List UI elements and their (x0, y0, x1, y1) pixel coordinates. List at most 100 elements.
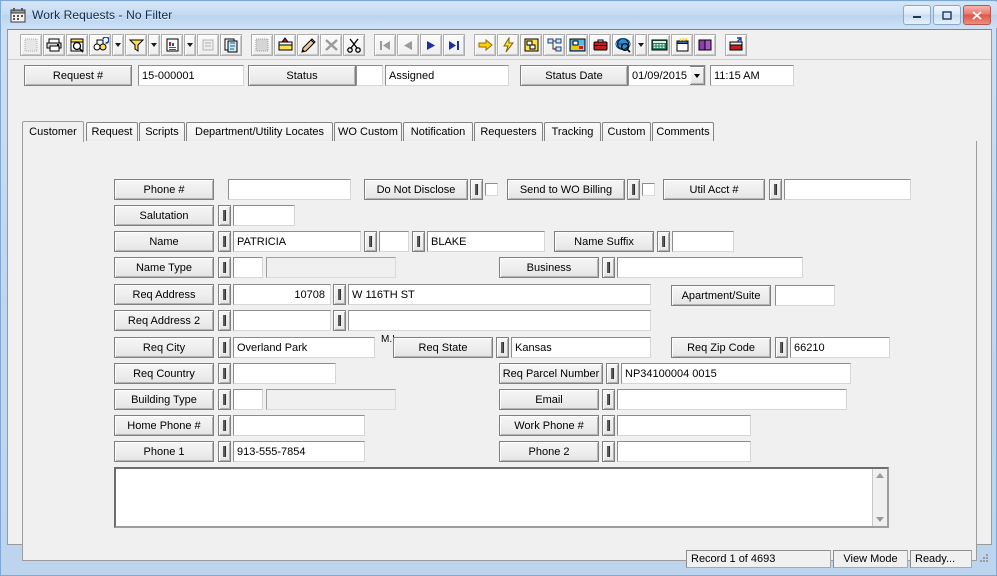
scroll-up-icon[interactable] (874, 469, 887, 482)
resize-grip-icon[interactable] (976, 552, 990, 566)
tab-customer[interactable]: Customer (22, 121, 84, 142)
name-suffix-label[interactable]: Name Suffix (554, 231, 654, 252)
minimize-button[interactable] (903, 5, 931, 25)
req-state-lookup-button[interactable] (496, 337, 509, 358)
report-icon[interactable] (161, 33, 183, 56)
notes-scrollbar[interactable] (872, 469, 887, 526)
req-country-lookup-button[interactable] (218, 363, 231, 384)
notes-textarea[interactable] (114, 467, 889, 528)
req-address-street-field[interactable]: W 116TH ST (348, 284, 651, 305)
salutation-lookup-button[interactable] (218, 205, 231, 226)
status-value-field[interactable]: Assigned (385, 65, 509, 86)
delete-icon[interactable] (320, 33, 342, 56)
req-zip-label[interactable]: Req Zip Code (671, 337, 771, 358)
email-field[interactable] (617, 389, 847, 410)
previous-record-icon[interactable] (397, 33, 419, 56)
tab-requesters[interactable]: Requesters (474, 122, 543, 141)
status-time-field[interactable]: 11:15 AM (710, 65, 794, 86)
workflow-icon[interactable] (543, 33, 565, 56)
status-label[interactable]: Status (248, 65, 356, 86)
req-country-label[interactable]: Req Country (114, 363, 214, 384)
cut-icon[interactable] (343, 33, 365, 56)
business-lookup-button[interactable] (602, 257, 615, 278)
req-address2-street-lookup-button[interactable] (333, 310, 346, 331)
req-address-label[interactable]: Req Address (114, 284, 214, 305)
req-zip-field[interactable]: 66210 (790, 337, 890, 358)
req-city-field[interactable]: Overland Park (233, 337, 375, 358)
calculator-icon[interactable] (648, 33, 670, 56)
building-type-lookup-button[interactable] (218, 389, 231, 410)
send-to-wo-billing-label[interactable]: Send to WO Billing (507, 179, 625, 200)
req-address2-label[interactable]: Req Address 2 (114, 310, 214, 331)
send-to-wo-billing-checkbox[interactable] (642, 183, 655, 196)
request-number-field[interactable]: 15-000001 (138, 65, 244, 86)
first-name-lookup-button[interactable] (218, 231, 231, 252)
status-date-label[interactable]: Status Date (520, 65, 628, 86)
request-number-label[interactable]: Request # (24, 65, 132, 86)
req-address-number-lookup-button[interactable] (218, 284, 231, 305)
work-phone-field[interactable] (617, 415, 751, 436)
last-name-lookup-button[interactable] (412, 231, 425, 252)
help-book-icon[interactable] (694, 33, 716, 56)
req-city-lookup-button[interactable] (218, 337, 231, 358)
find-dropdown-arrow[interactable] (112, 33, 124, 56)
tab-notification[interactable]: Notification (403, 122, 473, 141)
name-label[interactable]: Name (114, 231, 214, 252)
work-phone-label[interactable]: Work Phone # (499, 415, 599, 436)
last-record-icon[interactable] (443, 33, 465, 56)
home-phone-field[interactable] (233, 415, 365, 436)
email-lookup-button[interactable] (602, 389, 615, 410)
globe-dropdown-arrow[interactable] (635, 33, 647, 56)
copy-record-icon[interactable] (220, 33, 242, 56)
req-address-number-field[interactable]: 10708 (233, 284, 331, 305)
first-record-icon[interactable] (374, 33, 396, 56)
name-type-label[interactable]: Name Type (114, 257, 214, 278)
phone-field[interactable] (228, 179, 351, 200)
req-parcel-label[interactable]: Req Parcel Number (499, 363, 603, 384)
save-icon[interactable] (251, 33, 273, 56)
middle-initial-field[interactable] (379, 231, 409, 252)
exit-icon[interactable] (725, 33, 747, 56)
name-type-code-field[interactable] (233, 257, 263, 278)
print-preview-icon[interactable] (66, 33, 88, 56)
business-label[interactable]: Business (499, 257, 599, 278)
tab-custom[interactable]: Custom (602, 122, 651, 141)
phone2-label[interactable]: Phone 2 (499, 441, 599, 462)
apartment-suite-field[interactable] (775, 285, 835, 306)
filter-dropdown-arrow[interactable] (148, 33, 160, 56)
do-not-disclose-label[interactable]: Do Not Disclose (364, 179, 468, 200)
salutation-label[interactable]: Salutation (114, 205, 214, 226)
home-phone-label[interactable]: Home Phone # (114, 415, 214, 436)
home-phone-lookup-button[interactable] (218, 415, 231, 436)
last-name-field[interactable]: BLAKE (427, 231, 545, 252)
req-city-label[interactable]: Req City (114, 337, 214, 358)
report-dropdown-arrow[interactable] (184, 33, 196, 56)
req-address2-number-field[interactable] (233, 310, 331, 331)
req-zip-lookup-button[interactable] (775, 337, 788, 358)
req-state-field[interactable]: Kansas (511, 337, 651, 358)
phone2-lookup-button[interactable] (602, 441, 615, 462)
scroll-down-icon[interactable] (874, 513, 887, 526)
building-type-label[interactable]: Building Type (114, 389, 214, 410)
first-name-field[interactable]: PATRICIA (233, 231, 361, 252)
filter-icon[interactable] (125, 33, 147, 56)
req-parcel-field[interactable]: NP34100004 0015 (621, 363, 851, 384)
phone-label[interactable]: Phone # (114, 179, 214, 200)
globe-search-icon[interactable] (612, 33, 634, 56)
name-type-lookup-button[interactable] (218, 257, 231, 278)
util-acct-field[interactable] (784, 179, 911, 200)
email-label[interactable]: Email (499, 389, 599, 410)
close-button[interactable] (963, 5, 991, 25)
find-icon[interactable] (89, 33, 111, 56)
phone1-field[interactable]: 913-555-7854 (233, 441, 365, 462)
post-icon[interactable] (274, 33, 296, 56)
action-icon[interactable] (497, 33, 519, 56)
middle-initial-lookup-button[interactable] (364, 231, 377, 252)
name-suffix-field[interactable] (672, 231, 734, 252)
status-code-field[interactable] (356, 65, 383, 86)
req-state-label[interactable]: Req State (393, 337, 493, 358)
map-icon[interactable] (566, 33, 588, 56)
edit-icon[interactable] (297, 33, 319, 56)
req-country-field[interactable] (233, 363, 336, 384)
req-parcel-lookup-button[interactable] (606, 363, 619, 384)
